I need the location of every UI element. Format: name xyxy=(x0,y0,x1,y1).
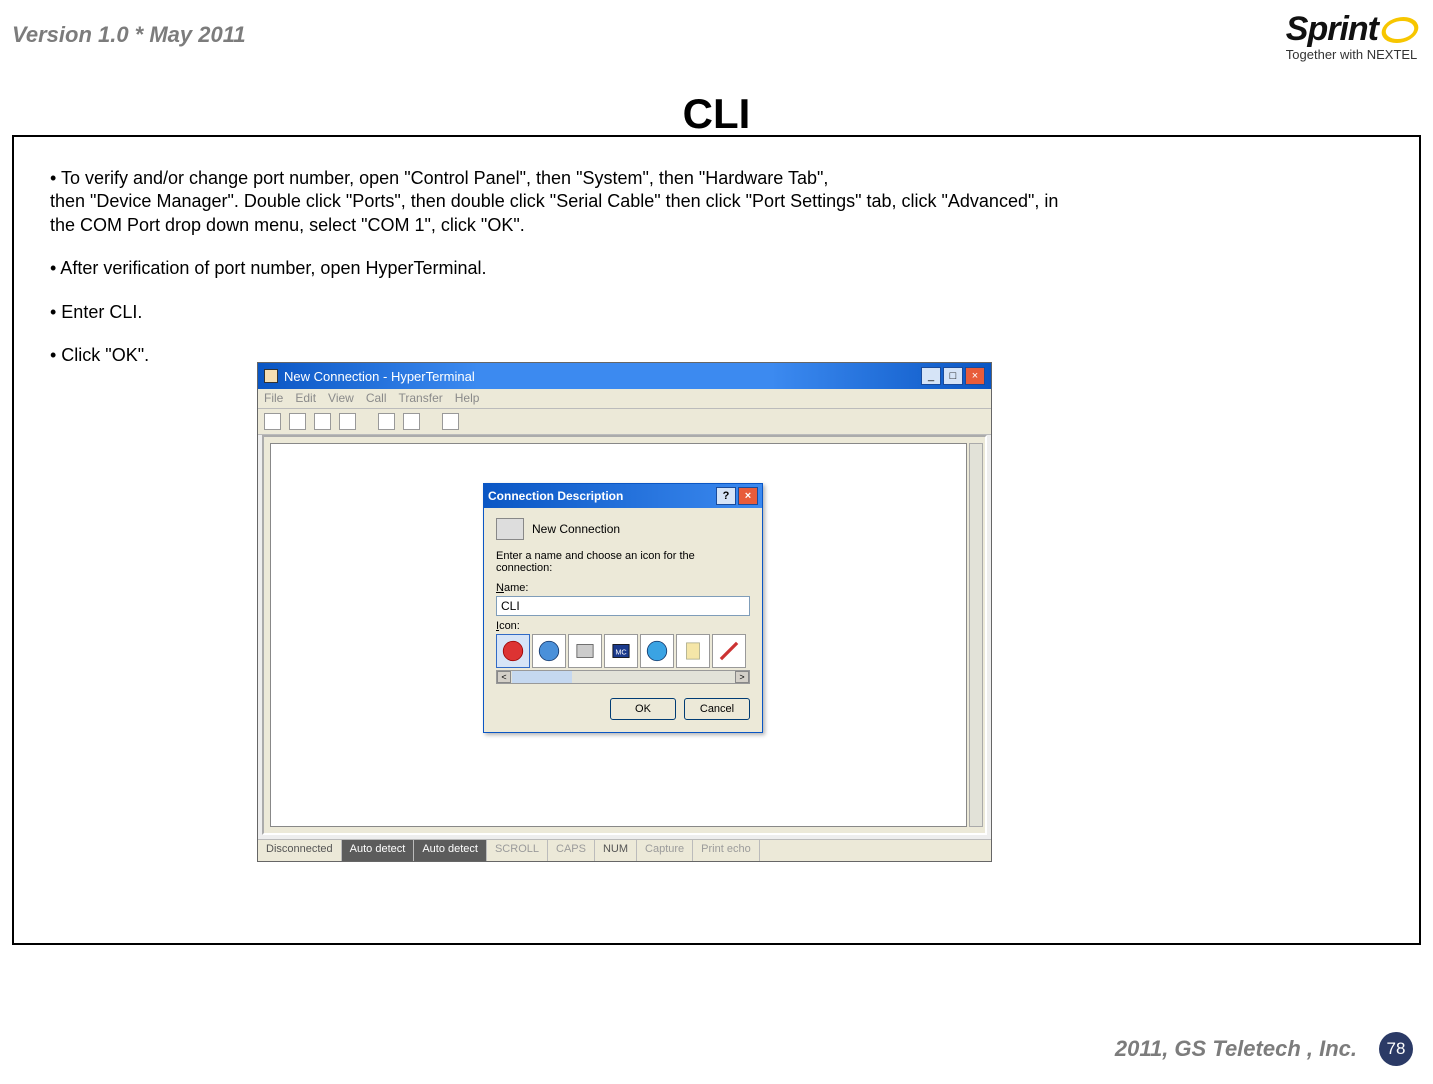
new-icon[interactable] xyxy=(264,413,281,430)
logo-wing-icon xyxy=(1379,17,1422,43)
status-detect2: Auto detect xyxy=(414,840,487,861)
app-icon xyxy=(264,369,278,383)
bullet-open-hyperterminal: • After verification of port number, ope… xyxy=(50,257,1383,280)
cancel-button[interactable]: Cancel xyxy=(684,698,750,720)
receive-icon[interactable] xyxy=(403,413,420,430)
minimize-button[interactable]: _ xyxy=(921,367,941,385)
icon-strip: MC xyxy=(496,634,750,668)
dialog-heading: New Connection xyxy=(532,522,620,536)
status-scroll: SCROLL xyxy=(487,840,548,861)
menu-call[interactable]: Call xyxy=(366,391,387,406)
icon-scrollbar[interactable]: < > xyxy=(496,670,750,684)
hyperterminal-window: New Connection - HyperTerminal _ □ × Fil… xyxy=(257,362,992,862)
status-bar: Disconnected Auto detect Auto detect SCR… xyxy=(258,839,991,861)
menu-view[interactable]: View xyxy=(328,391,354,406)
window-title-bar[interactable]: New Connection - HyperTerminal _ □ × xyxy=(258,363,991,389)
dialog-title-text: Connection Description xyxy=(488,489,623,503)
icon-option-5[interactable] xyxy=(640,634,674,668)
status-num: NUM xyxy=(595,840,637,861)
page-number-badge: 78 xyxy=(1379,1032,1413,1066)
scroll-thumb[interactable] xyxy=(512,671,572,683)
menu-bar: File Edit View Call Transfer Help xyxy=(258,389,991,409)
call-icon[interactable] xyxy=(314,413,331,430)
copyright-text: 2011, GS Teletech , Inc. xyxy=(1115,1036,1357,1062)
close-button[interactable]: × xyxy=(965,367,985,385)
toolbar xyxy=(258,409,991,435)
status-echo: Print echo xyxy=(693,840,760,861)
icon-option-3[interactable] xyxy=(568,634,602,668)
version-text: Version 1.0 * May 2011 xyxy=(12,22,246,48)
status-connection: Disconnected xyxy=(258,840,342,861)
vertical-scrollbar[interactable] xyxy=(969,443,983,827)
icon-option-7[interactable] xyxy=(712,634,746,668)
bullet-port-verify: • To verify and/or change port number, o… xyxy=(50,167,1383,237)
window-title-text: New Connection - HyperTerminal xyxy=(284,369,475,384)
properties-icon[interactable] xyxy=(442,413,459,430)
dialog-title-bar[interactable]: Connection Description ? × xyxy=(484,484,762,508)
svg-text:MC: MC xyxy=(615,647,626,656)
menu-edit[interactable]: Edit xyxy=(295,391,316,406)
status-capture: Capture xyxy=(637,840,693,861)
page-title: CLI xyxy=(0,90,1433,138)
status-detect1: Auto detect xyxy=(342,840,415,861)
icon-option-1[interactable] xyxy=(496,634,530,668)
scroll-right-icon[interactable]: > xyxy=(735,671,749,683)
name-input[interactable] xyxy=(496,596,750,616)
footer: 2011, GS Teletech , Inc. 78 xyxy=(1115,1032,1413,1066)
dialog-prompt: Enter a name and choose an icon for the … xyxy=(496,550,750,574)
icon-option-6[interactable] xyxy=(676,634,710,668)
icon-label: Icon: xyxy=(496,620,750,632)
send-icon[interactable] xyxy=(378,413,395,430)
name-label: Name: xyxy=(496,582,750,594)
open-icon[interactable] xyxy=(289,413,306,430)
hangup-icon[interactable] xyxy=(339,413,356,430)
dialog-close-button[interactable]: × xyxy=(738,487,758,505)
menu-file[interactable]: File xyxy=(264,391,283,406)
icon-option-4[interactable]: MC xyxy=(604,634,638,668)
icon-option-2[interactable] xyxy=(532,634,566,668)
bullet1-line2: then "Device Manager". Double click "Por… xyxy=(50,191,1058,211)
maximize-button[interactable]: □ xyxy=(943,367,963,385)
connection-icon xyxy=(496,518,524,540)
help-button[interactable]: ? xyxy=(716,487,736,505)
dialog-body: New Connection Enter a name and choose a… xyxy=(484,508,762,732)
menu-help[interactable]: Help xyxy=(455,391,480,406)
sprint-logo: Sprint Together with NEXTEL xyxy=(1286,10,1418,62)
ok-button[interactable]: OK xyxy=(610,698,676,720)
connection-description-dialog: Connection Description ? × New Connectio… xyxy=(483,483,763,733)
bullet1-line1: • To verify and/or change port number, o… xyxy=(50,168,828,188)
status-caps: CAPS xyxy=(548,840,595,861)
logo-subtext: Together with NEXTEL xyxy=(1286,47,1418,62)
bullet1-line3: the COM Port drop down menu, select "COM… xyxy=(50,215,525,235)
scroll-left-icon[interactable]: < xyxy=(497,671,511,683)
bullet-enter-cli: • Enter CLI. xyxy=(50,301,1383,324)
menu-transfer[interactable]: Transfer xyxy=(399,391,443,406)
logo-text: Sprint xyxy=(1286,10,1378,48)
